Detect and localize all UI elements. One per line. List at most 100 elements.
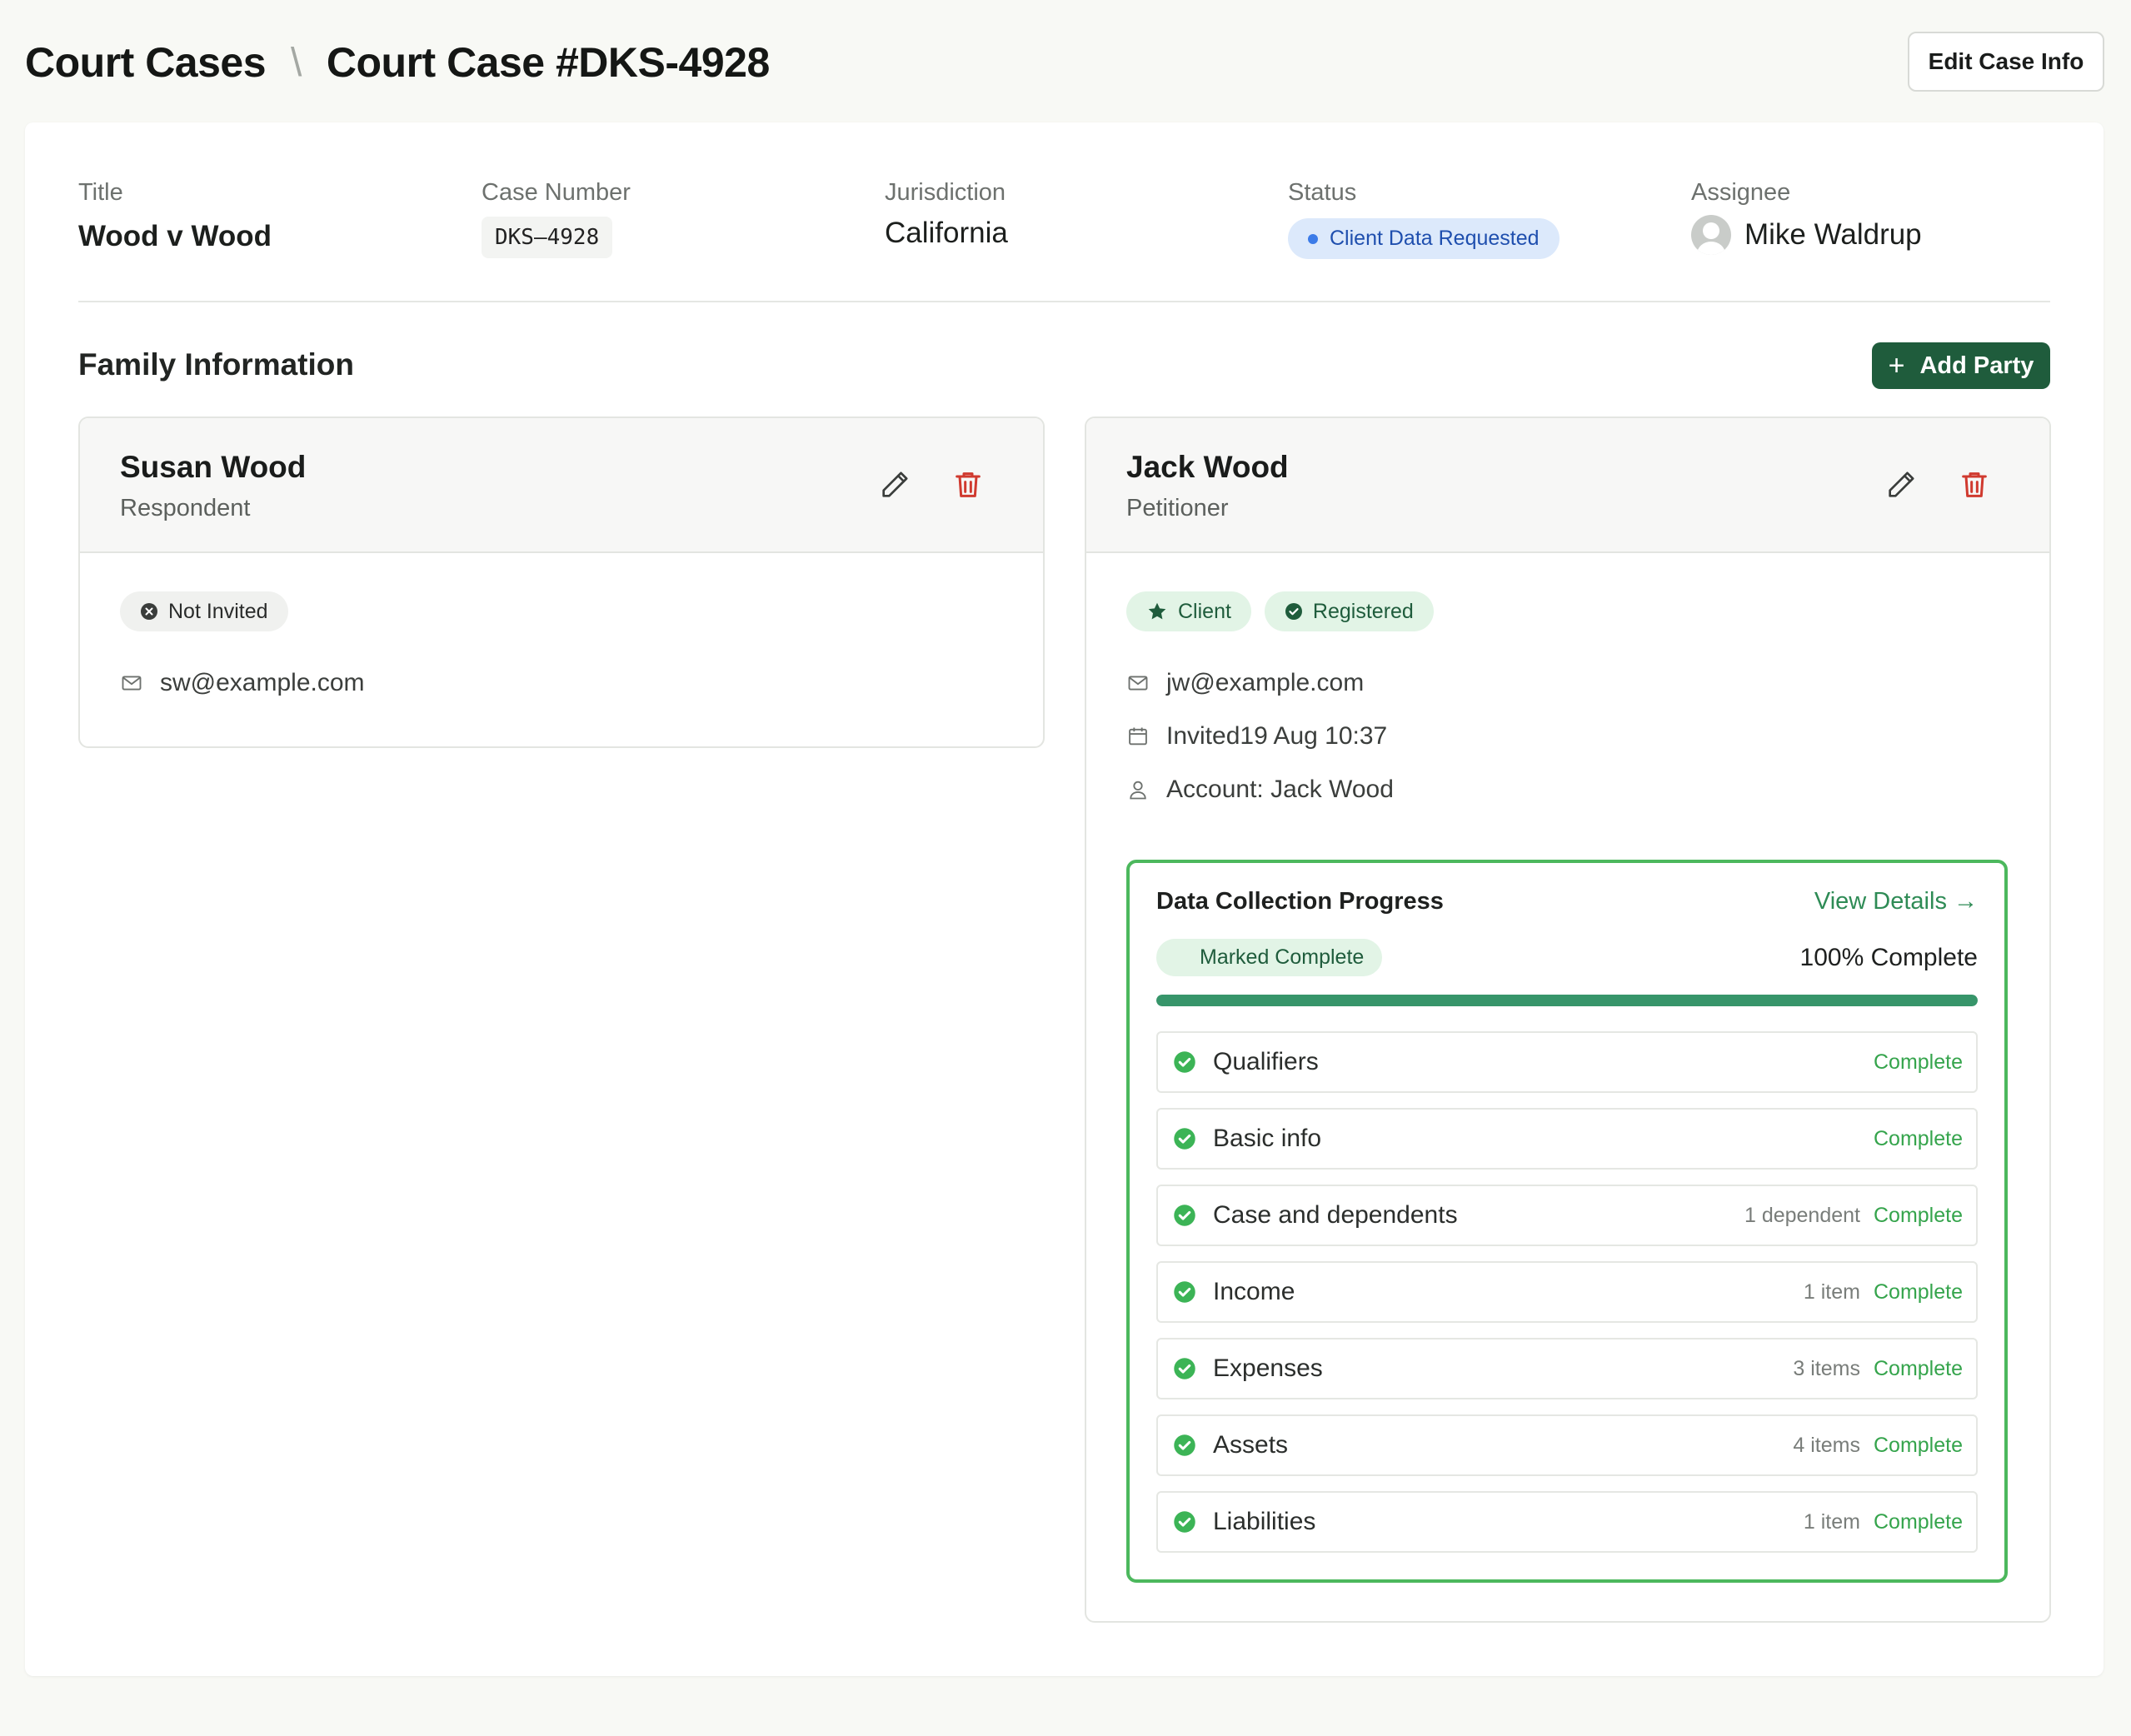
step-label: Basic info bbox=[1213, 1125, 1322, 1152]
assignee: Mike Waldrup bbox=[1691, 215, 1922, 255]
party-role: Petitioner bbox=[1126, 495, 1229, 521]
account-row: Account: Jack Wood bbox=[1126, 763, 2009, 816]
check-circle-icon bbox=[1174, 1128, 1195, 1150]
progress-bar bbox=[1156, 995, 1978, 1006]
data-collection-progress: Data Collection Progress View Details → … bbox=[1126, 860, 2008, 1583]
edit-pencil-icon[interactable] bbox=[1884, 468, 1918, 501]
step-status: Complete bbox=[1874, 1356, 1963, 1380]
title-value: Wood v Wood bbox=[78, 220, 272, 252]
step-status: Complete bbox=[1874, 1203, 1963, 1227]
case-card: Title Wood v Wood Case Number DKS–4928 J… bbox=[25, 122, 2104, 1676]
step-count: 1 item bbox=[1803, 1509, 1860, 1534]
status-value: Client Data Requested bbox=[1330, 227, 1540, 250]
account-name: Account: Jack Wood bbox=[1166, 776, 1394, 803]
plus-icon: + bbox=[1888, 349, 1905, 382]
check-circle-icon bbox=[1285, 603, 1302, 620]
mail-icon bbox=[1128, 676, 1148, 691]
progress-step-assets[interactable]: Assets 4 items Complete bbox=[1156, 1414, 1978, 1476]
progress-percent: 100% Complete bbox=[1799, 943, 1978, 971]
check-circle-icon bbox=[1174, 1511, 1195, 1533]
step-status: Complete bbox=[1874, 1433, 1963, 1457]
party-body: Not Invited sw@example.com bbox=[80, 553, 1043, 710]
step-status: Complete bbox=[1874, 1050, 1963, 1074]
registered-badge: Registered bbox=[1264, 591, 1434, 631]
step-label: Case and dependents bbox=[1213, 1201, 1458, 1229]
client-label: Client bbox=[1178, 599, 1231, 623]
progress-status: Marked Complete 100% Complete bbox=[1156, 939, 1978, 976]
party-tags: Not Invited bbox=[120, 591, 1003, 631]
check-circle-icon bbox=[1174, 1281, 1195, 1303]
progress-step-case-and-dependents[interactable]: Case and dependents 1 dependent Complete bbox=[1156, 1185, 1978, 1246]
email-row: jw@example.com bbox=[1126, 656, 2009, 710]
party-name: Susan Wood bbox=[120, 450, 307, 484]
party-card-jack: Jack Wood Petitioner Client Registered j… bbox=[1085, 417, 2051, 1623]
step-label: Liabilities bbox=[1213, 1508, 1316, 1535]
case-number-value: DKS–4928 bbox=[482, 217, 613, 258]
check-circle-icon bbox=[1174, 1051, 1195, 1073]
divider bbox=[78, 301, 2050, 302]
step-count: 3 items bbox=[1793, 1356, 1860, 1380]
status-field: Status Client Data Requested bbox=[1288, 179, 1560, 259]
client-badge: Client bbox=[1126, 591, 1251, 631]
party-header: Susan Wood Respondent bbox=[80, 418, 1043, 553]
mail-icon bbox=[122, 676, 142, 691]
assignee-label: Assignee bbox=[1691, 179, 1791, 206]
invited-date: Invited19 Aug 10:37 bbox=[1166, 722, 1388, 750]
invited-row: Invited19 Aug 10:37 bbox=[1126, 710, 2009, 763]
party-header: Jack Wood Petitioner bbox=[1086, 418, 2049, 553]
step-status: Complete bbox=[1874, 1126, 1963, 1150]
check-circle-icon bbox=[1174, 1434, 1195, 1456]
progress-step-liabilities[interactable]: Liabilities 1 item Complete bbox=[1156, 1491, 1978, 1553]
step-count: 1 item bbox=[1803, 1280, 1860, 1304]
step-count: 4 items bbox=[1793, 1433, 1860, 1457]
check-circle-icon bbox=[1174, 1205, 1195, 1226]
assignee-field: Assignee Mike Waldrup bbox=[1691, 179, 1922, 255]
not-invited-label: Not Invited bbox=[168, 599, 268, 623]
progress-step-basic-info[interactable]: Basic info Complete bbox=[1156, 1108, 1978, 1170]
family-information-title: Family Information bbox=[78, 347, 354, 382]
party-name: Jack Wood bbox=[1126, 450, 1289, 484]
add-party-button[interactable]: + Add Party bbox=[1872, 342, 2050, 389]
case-number-label: Case Number bbox=[482, 179, 631, 206]
title-field: Title Wood v Wood bbox=[78, 179, 272, 253]
jurisdiction-label: Jurisdiction bbox=[885, 179, 1006, 206]
jurisdiction-value: California bbox=[885, 217, 1008, 249]
progress-bar-fill bbox=[1156, 995, 1978, 1006]
party-tags: Client Registered bbox=[1126, 591, 2009, 631]
party-card-susan: Susan Wood Respondent Not Invited sw@exa… bbox=[78, 417, 1045, 748]
party-role: Respondent bbox=[120, 495, 251, 521]
case-number-field: Case Number DKS–4928 bbox=[482, 179, 631, 258]
progress-steps: Qualifiers Complete Basic info Complete Case… bbox=[1156, 1031, 1978, 1553]
status-badge: Client Data Requested bbox=[1288, 218, 1560, 259]
title-label: Title bbox=[78, 179, 123, 206]
progress-step-expenses[interactable]: Expenses 3 items Complete bbox=[1156, 1338, 1978, 1399]
breadcrumb-separator: \ bbox=[291, 40, 302, 85]
x-circle-icon bbox=[141, 603, 157, 620]
step-label: Assets bbox=[1213, 1431, 1289, 1459]
page-header: Court Cases \ Court Case #DKS-4928 Edit … bbox=[25, 32, 2104, 98]
edit-case-info-button[interactable]: Edit Case Info bbox=[1908, 32, 2104, 92]
step-label: Qualifiers bbox=[1213, 1048, 1319, 1075]
status-dot-icon bbox=[1308, 233, 1318, 244]
add-party-label: Add Party bbox=[1919, 352, 2034, 379]
delete-trash-icon[interactable] bbox=[951, 468, 985, 501]
breadcrumb-court-cases[interactable]: Court Cases bbox=[25, 38, 267, 87]
step-label: Income bbox=[1213, 1278, 1295, 1305]
party-email[interactable]: sw@example.com bbox=[160, 669, 365, 697]
step-status: Complete bbox=[1874, 1280, 1963, 1304]
party-email[interactable]: jw@example.com bbox=[1166, 669, 1364, 697]
check-circle-icon bbox=[1174, 1358, 1195, 1379]
step-label: Expenses bbox=[1213, 1354, 1323, 1382]
step-count: 1 dependent bbox=[1744, 1203, 1860, 1227]
progress-step-income[interactable]: Income 1 item Complete bbox=[1156, 1261, 1978, 1323]
email-row: sw@example.com bbox=[120, 656, 1003, 710]
jurisdiction-field: Jurisdiction California bbox=[885, 179, 1008, 250]
view-details-link[interactable]: View Details → bbox=[1814, 888, 1978, 915]
registered-label: Registered bbox=[1312, 599, 1414, 623]
calendar-icon bbox=[1129, 727, 1147, 746]
assignee-name: Mike Waldrup bbox=[1744, 218, 1922, 251]
progress-step-qualifiers[interactable]: Qualifiers Complete bbox=[1156, 1031, 1978, 1093]
delete-trash-icon[interactable] bbox=[1958, 468, 1991, 501]
edit-pencil-icon[interactable] bbox=[878, 468, 911, 501]
breadcrumb-current: Court Case #DKS-4928 bbox=[326, 39, 770, 86]
